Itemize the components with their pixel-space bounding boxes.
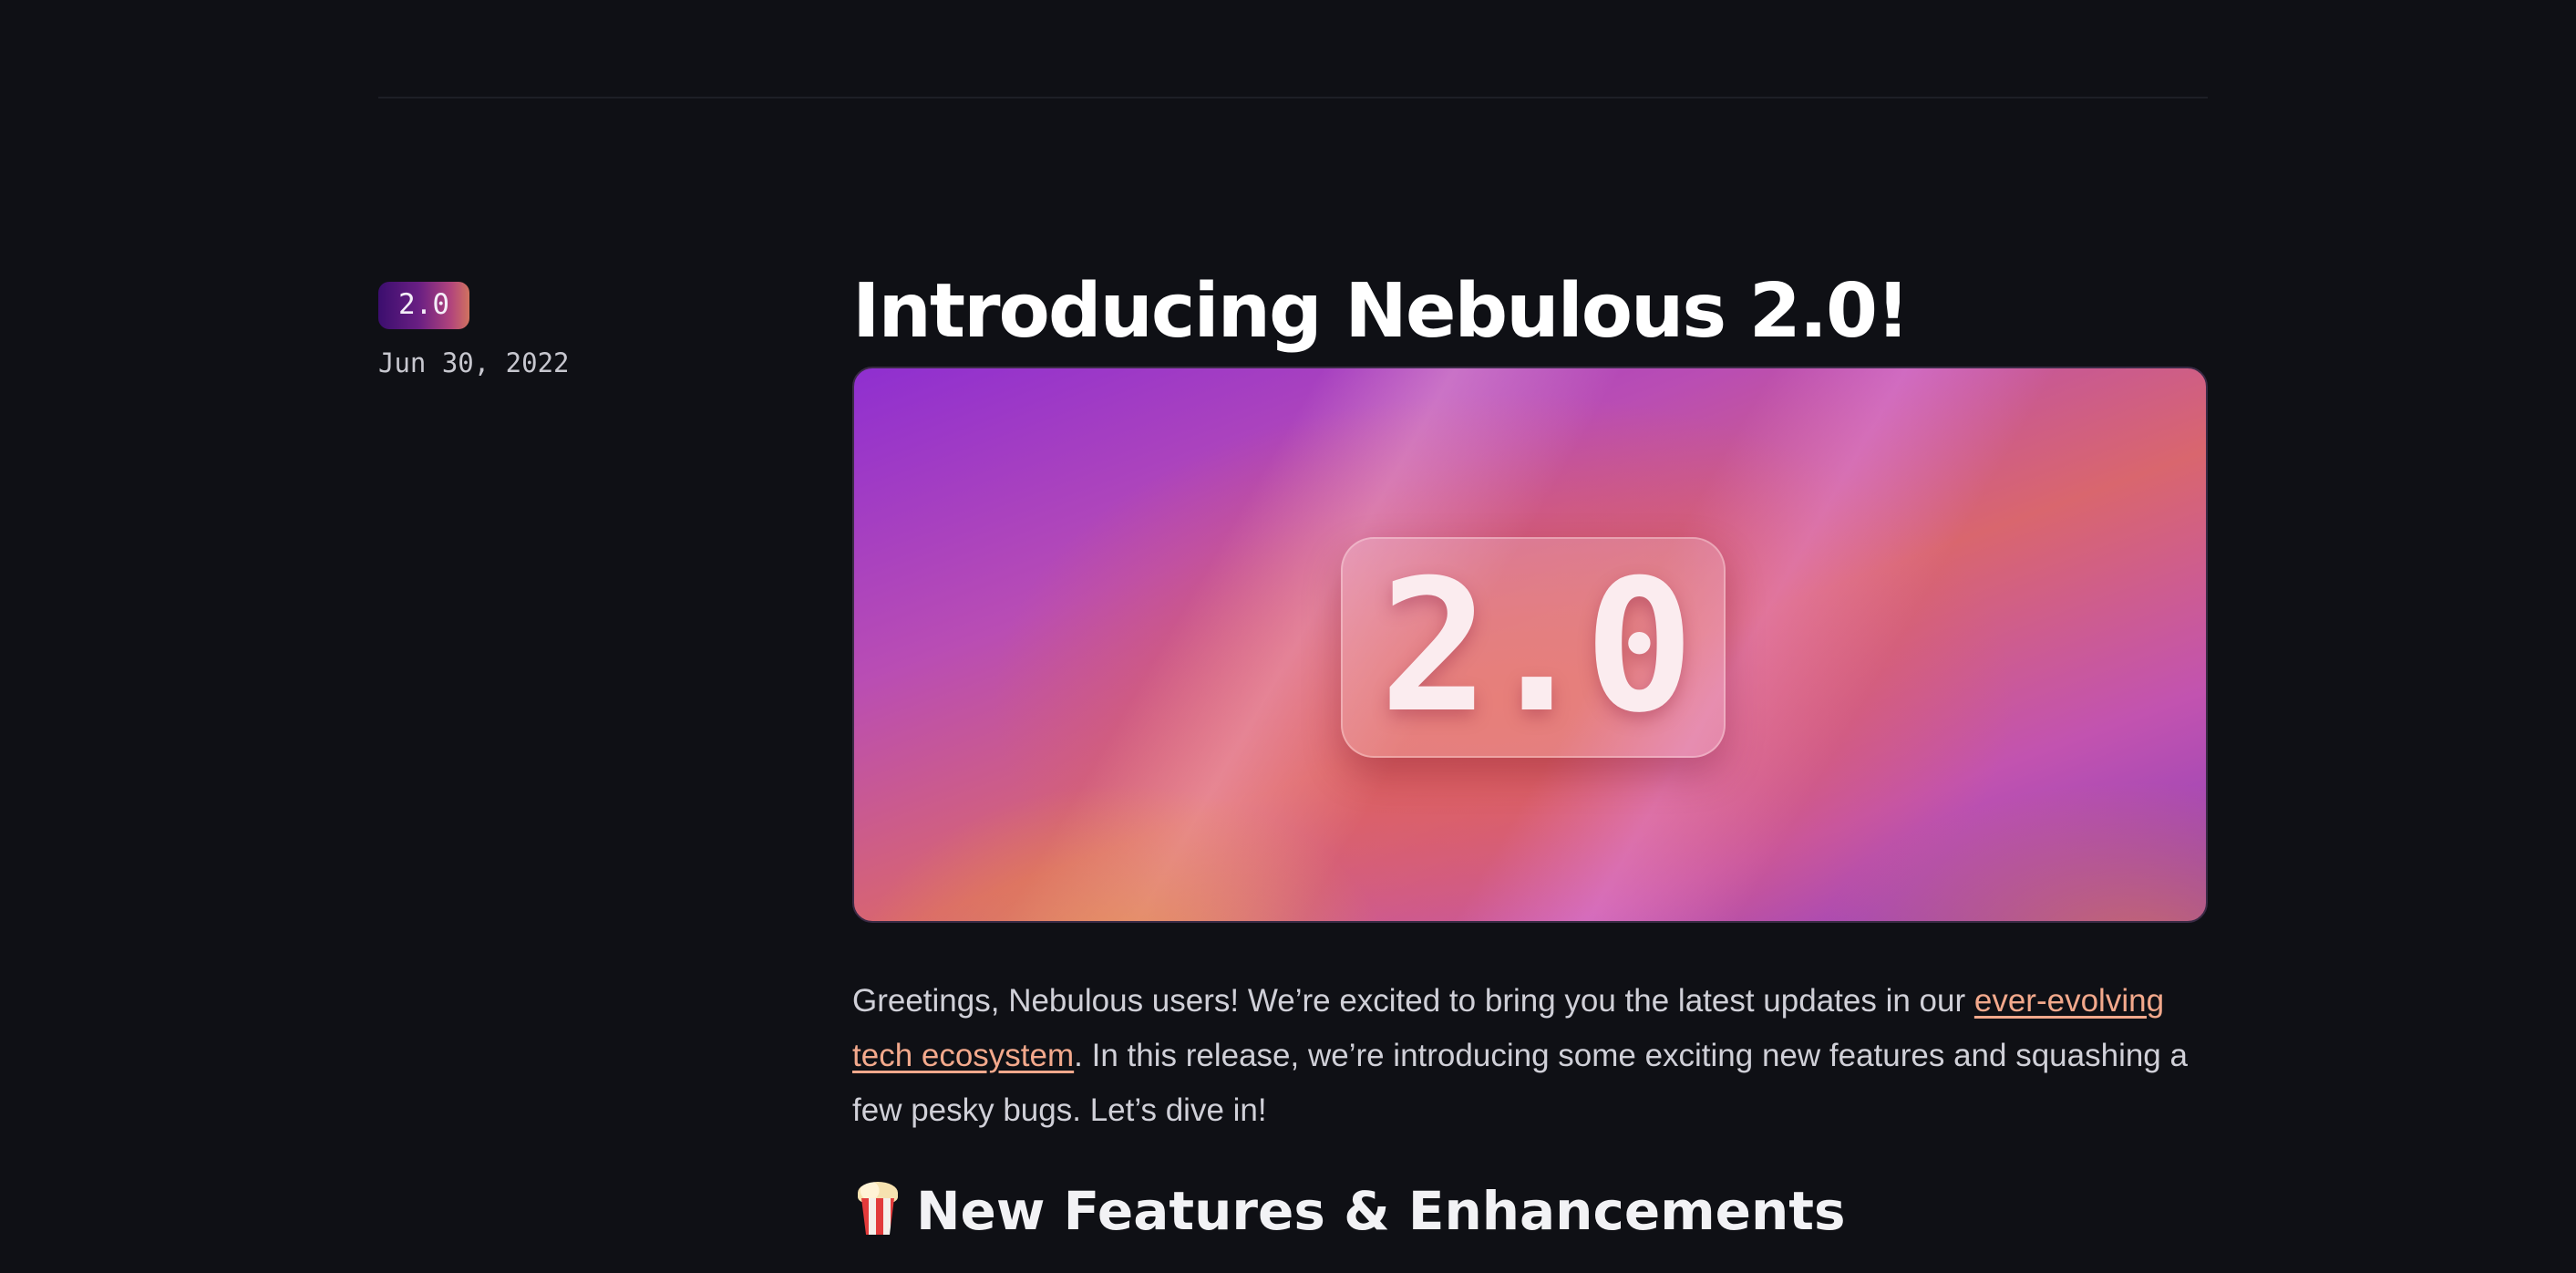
popcorn-icon (852, 1178, 903, 1235)
section-heading-new-features: New Features & Enhancements (852, 1178, 2208, 1243)
intro-text-start: Greetings, Nebulous users! We’re excited… (852, 983, 1974, 1019)
hero-banner-image: 2.0 (852, 367, 2208, 923)
version-badge: 2.0 (378, 282, 469, 329)
hero-version-chip: 2.0 (1341, 537, 1726, 758)
release-meta: 2.0 Jun 30, 2022 (378, 282, 570, 378)
release-date: Jun 30, 2022 (378, 347, 570, 378)
intro-paragraph: Greetings, Nebulous users! We’re excited… (852, 974, 2208, 1138)
release-article: Introducing Nebulous 2.0! 2.0 Greetings,… (852, 263, 2208, 1243)
section-heading-text: New Features & Enhancements (916, 1180, 1846, 1242)
hero-version-text: 2.0 (1379, 541, 1694, 753)
header-divider (378, 97, 2208, 98)
page-title: Introducing Nebulous 2.0! (852, 268, 1910, 355)
